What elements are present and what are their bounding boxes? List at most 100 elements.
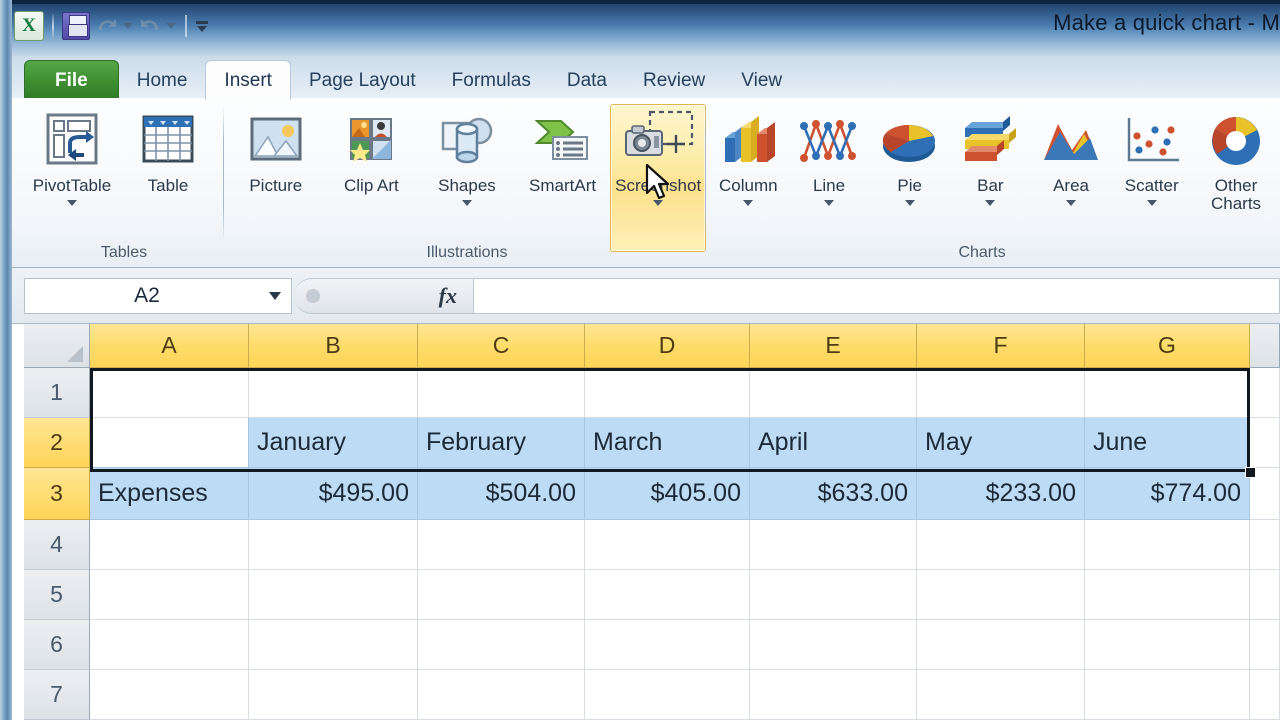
cell-A4[interactable] <box>90 520 249 570</box>
cell-C2[interactable]: February <box>418 418 585 468</box>
pivottable-button[interactable]: PivotTable <box>24 104 120 207</box>
cell-E6[interactable] <box>750 620 917 670</box>
line-chart-dropdown-icon[interactable] <box>824 199 834 206</box>
column-header-C[interactable]: C <box>418 324 585 368</box>
ribbon-tab-file[interactable]: File <box>24 60 119 100</box>
cell-F1[interactable] <box>917 368 1085 418</box>
cell-D1[interactable] <box>585 368 750 418</box>
row-header-4[interactable]: 4 <box>24 520 90 570</box>
area-chart-button[interactable]: Area <box>1031 104 1112 207</box>
undo-button[interactable] <box>94 14 133 38</box>
cell-C5[interactable] <box>418 570 585 620</box>
column-header-E[interactable]: E <box>750 324 917 368</box>
ribbon-tab-view[interactable]: View <box>723 62 800 100</box>
cell-partial-row-1[interactable] <box>1250 368 1280 418</box>
smartart-button[interactable]: SmartArt <box>515 104 611 196</box>
cell-F7[interactable] <box>917 670 1085 720</box>
cell-A6[interactable] <box>90 620 249 670</box>
cell-F4[interactable] <box>917 520 1085 570</box>
cell-D4[interactable] <box>585 520 750 570</box>
row-header-7[interactable]: 7 <box>24 670 90 720</box>
cell-D7[interactable] <box>585 670 750 720</box>
select-all-corner[interactable] <box>24 324 90 368</box>
cell-F3[interactable]: $233.00 <box>917 468 1085 520</box>
cell-G5[interactable] <box>1085 570 1250 620</box>
row-header-1[interactable]: 1 <box>24 368 90 418</box>
formula-input[interactable] <box>474 277 1280 314</box>
cell-E4[interactable] <box>750 520 917 570</box>
cell-G7[interactable] <box>1085 670 1250 720</box>
cell-C3[interactable]: $504.00 <box>418 468 585 520</box>
cell-F2[interactable]: May <box>917 418 1085 468</box>
cell-G4[interactable] <box>1085 520 1250 570</box>
cell-B4[interactable] <box>249 520 418 570</box>
column-chart-dropdown-icon[interactable] <box>743 199 754 206</box>
row-header-6[interactable]: 6 <box>24 620 90 670</box>
ribbon-tab-page-layout[interactable]: Page Layout <box>291 62 434 100</box>
cell-E1[interactable] <box>750 368 917 418</box>
cell-B2[interactable]: January <box>249 418 418 468</box>
cell-E2[interactable]: April <box>750 418 917 468</box>
screenshot-dropdown-icon[interactable] <box>653 199 664 206</box>
ribbon-tab-insert[interactable]: Insert <box>205 60 291 100</box>
cell-partial-row-5[interactable] <box>1250 570 1280 620</box>
cell-D2[interactable]: March <box>585 418 750 468</box>
cell-A3[interactable]: Expenses <box>90 468 249 520</box>
pie-chart-dropdown-icon[interactable] <box>904 199 915 206</box>
picture-button[interactable]: Picture <box>228 104 324 196</box>
cell-A2[interactable] <box>90 418 249 468</box>
cell-B6[interactable] <box>249 620 418 670</box>
cell-E7[interactable] <box>750 670 917 720</box>
cell-B3[interactable]: $495.00 <box>249 468 418 520</box>
cell-partial-row-2[interactable] <box>1250 418 1280 468</box>
cell-B5[interactable] <box>249 570 418 620</box>
name-box-dropdown-icon[interactable] <box>269 291 281 300</box>
pie-chart-button[interactable]: Pie <box>869 104 950 207</box>
excel-logo-icon[interactable]: X <box>14 11 44 41</box>
column-header-partial[interactable] <box>1250 324 1280 368</box>
row-header-5[interactable]: 5 <box>24 570 90 620</box>
row-header-3[interactable]: 3 <box>24 468 90 520</box>
cell-A7[interactable] <box>90 670 249 720</box>
area-chart-dropdown-icon[interactable] <box>1066 199 1077 206</box>
ribbon-tab-home[interactable]: Home <box>119 62 206 100</box>
scatter-chart-dropdown-icon[interactable] <box>1146 199 1157 206</box>
clip-art-button[interactable]: Clip Art <box>324 104 420 196</box>
scatter-chart-button[interactable]: Scatter <box>1111 104 1192 207</box>
redo-dropdown-icon[interactable] <box>166 23 176 29</box>
shapes-button[interactable]: Shapes <box>419 104 515 207</box>
save-icon[interactable] <box>62 12 90 40</box>
pivottable-dropdown-icon[interactable] <box>67 199 77 206</box>
cell-C1[interactable] <box>418 368 585 418</box>
ribbon-tab-data[interactable]: Data <box>549 62 625 100</box>
cell-G2[interactable]: June <box>1085 418 1250 468</box>
bar-chart-button[interactable]: Bar <box>950 104 1031 207</box>
insert-function-icon[interactable]: fx <box>439 283 457 309</box>
cell-D6[interactable] <box>585 620 750 670</box>
cell-partial-row-6[interactable] <box>1250 620 1280 670</box>
column-chart-button[interactable]: Column <box>708 104 789 207</box>
cell-D5[interactable] <box>585 570 750 620</box>
cell-E3[interactable]: $633.00 <box>750 468 917 520</box>
cell-E5[interactable] <box>750 570 917 620</box>
screenshot-button[interactable]: Screenshot <box>610 104 706 252</box>
line-chart-button[interactable]: Line <box>789 104 870 207</box>
cell-B7[interactable] <box>249 670 418 720</box>
column-header-A[interactable]: A <box>90 324 249 368</box>
cell-C7[interactable] <box>418 670 585 720</box>
cell-C4[interactable] <box>418 520 585 570</box>
cell-partial-row-4[interactable] <box>1250 520 1280 570</box>
name-box[interactable]: A2 <box>24 277 292 314</box>
table-button[interactable]: Table <box>120 104 216 196</box>
row-header-2[interactable]: 2 <box>24 418 90 468</box>
cell-A5[interactable] <box>90 570 249 620</box>
column-header-F[interactable]: F <box>917 324 1085 368</box>
column-header-B[interactable]: B <box>249 324 418 368</box>
customize-qat-icon[interactable] <box>196 20 208 32</box>
cell-D3[interactable]: $405.00 <box>585 468 750 520</box>
column-header-G[interactable]: G <box>1085 324 1250 368</box>
cell-G1[interactable] <box>1085 368 1250 418</box>
undo-dropdown-icon[interactable] <box>123 23 133 29</box>
cell-B1[interactable] <box>249 368 418 418</box>
other-charts-button[interactable]: Other Charts <box>1192 104 1280 214</box>
